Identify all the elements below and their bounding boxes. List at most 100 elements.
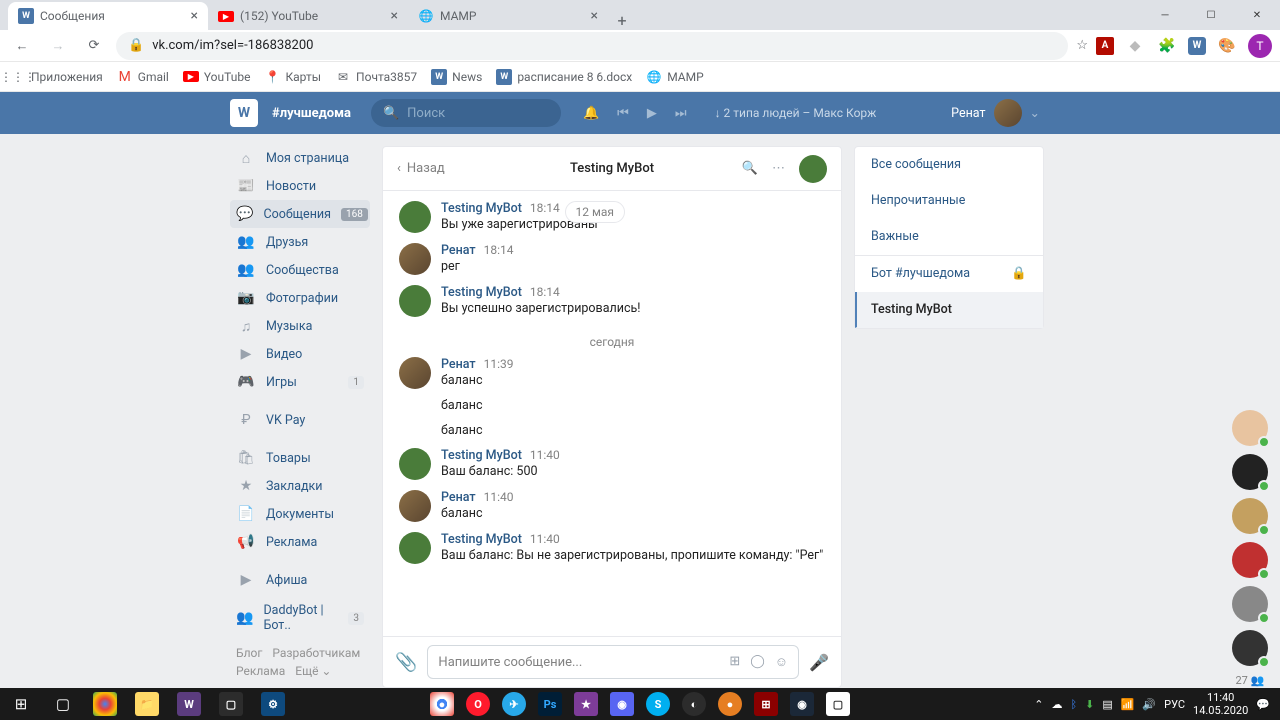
taskbar-app[interactable]: ● — [713, 692, 747, 716]
footer-ads[interactable]: Реклама — [236, 664, 285, 678]
search-input[interactable]: 🔍 Поиск — [371, 99, 561, 127]
bookmark-schedule[interactable]: Wрасписание 8 6.docx — [496, 69, 632, 85]
adobe-icon[interactable]: A — [1096, 37, 1114, 55]
close-icon[interactable]: × — [591, 8, 598, 24]
browser-tab-youtube[interactable]: ▶ (152) YouTube × — [208, 2, 408, 30]
nav-docs[interactable]: 📄Документы — [230, 500, 370, 528]
tray-notifications[interactable]: 💬 — [1256, 698, 1270, 711]
message-avatar[interactable] — [399, 532, 431, 564]
profile-avatar[interactable]: Т — [1248, 34, 1272, 58]
nav-mypage[interactable]: ⌂Моя страница — [230, 144, 370, 172]
message-avatar[interactable] — [399, 490, 431, 522]
nav-goods[interactable]: 🛍Товары — [230, 444, 370, 472]
friend-avatar[interactable] — [1232, 542, 1268, 578]
taskbar-discord[interactable]: ◉ — [605, 692, 639, 716]
nav-communities[interactable]: 👥Сообщества — [230, 256, 370, 284]
taskbar-telegram[interactable]: ✈ — [497, 692, 531, 716]
notifications-icon[interactable]: 🔔 — [583, 106, 599, 121]
tray-wifi-icon[interactable]: 📶 — [1121, 698, 1135, 711]
bookmark-maps[interactable]: 📍Карты — [264, 69, 321, 85]
conversation-testing[interactable]: Testing MyBot — [855, 292, 1043, 328]
nav-video[interactable]: ▶Видео — [230, 340, 370, 368]
bookmark-mail[interactable]: ✉Почта3857 — [335, 69, 417, 85]
friend-avatar[interactable] — [1232, 498, 1268, 534]
friend-avatar[interactable] — [1232, 454, 1268, 490]
extension-icon[interactable]: 🎨 — [1216, 35, 1238, 57]
browser-tab-vk[interactable]: W Сообщения × — [8, 2, 208, 30]
friend-avatar[interactable] — [1232, 410, 1268, 446]
url-input[interactable]: 🔒 vk.com/im?sel=-186838200 — [116, 32, 1068, 60]
tray-icon[interactable]: ▤ — [1102, 698, 1112, 711]
friend-avatar[interactable] — [1232, 586, 1268, 622]
taskbar-photoshop[interactable]: Ps — [533, 692, 567, 716]
filter-important[interactable]: Важные — [855, 219, 1043, 255]
message-avatar[interactable] — [399, 243, 431, 275]
taskbar-app[interactable]: ⚙ — [252, 688, 294, 720]
vk-logo[interactable]: W — [230, 99, 258, 127]
nav-friends[interactable]: 👥Друзья — [230, 228, 370, 256]
message-author[interactable]: Ренат — [441, 357, 476, 372]
taskbar-app[interactable]: ▢ — [210, 688, 252, 720]
taskbar-chrome[interactable]: ● — [425, 692, 459, 716]
back-button[interactable]: ‹ Назад — [397, 161, 445, 176]
reload-button[interactable]: ⟳ — [80, 32, 108, 60]
start-button[interactable]: ⊞ — [0, 688, 42, 720]
bookmark-gmail[interactable]: MGmail — [117, 69, 169, 85]
keyboard-icon[interactable]: ⊞ — [729, 654, 740, 670]
nav-news[interactable]: 📰Новости — [230, 172, 370, 200]
taskbar-obs[interactable]: ◐ — [677, 692, 711, 716]
message-avatar[interactable] — [399, 285, 431, 317]
extension-icon[interactable]: 🧩 — [1156, 35, 1178, 57]
nav-daddybot[interactable]: 👥DaddyBot | Бот..3 — [230, 604, 370, 632]
bot-home[interactable]: Бот #лучшедома 🔒 — [855, 255, 1043, 292]
taskbar-opera[interactable]: O — [461, 692, 495, 716]
more-icon[interactable]: ⋯ — [772, 161, 785, 176]
close-icon[interactable]: × — [191, 8, 198, 24]
nav-ads[interactable]: 📢Реклама — [230, 528, 370, 556]
window-close[interactable]: ✕ — [1234, 0, 1280, 30]
taskbar-app[interactable]: ★ — [569, 692, 603, 716]
nav-music[interactable]: ♫Музыка — [230, 312, 370, 340]
bookmark-news[interactable]: WNews — [431, 69, 482, 85]
nav-games[interactable]: 🎮Игры1 — [230, 368, 370, 396]
hashtag[interactable]: #лучшедома — [272, 106, 351, 121]
taskbar-app[interactable]: W — [168, 688, 210, 720]
message-author[interactable]: Ренат — [441, 243, 476, 258]
message-author[interactable]: Testing MyBot — [441, 285, 522, 300]
taskbar-app[interactable]: ⊞ — [749, 692, 783, 716]
message-avatar[interactable] — [399, 201, 431, 233]
footer-more[interactable]: Ещё ⌄ — [295, 664, 331, 678]
message-author[interactable]: Ренат — [441, 490, 476, 505]
nav-posters[interactable]: ▶Афиша — [230, 566, 370, 594]
friends-count[interactable]: 27 👥 — [1232, 674, 1268, 687]
taskbar-chrome[interactable] — [84, 688, 126, 720]
friend-avatar[interactable] — [1232, 630, 1268, 666]
back-button[interactable]: ← — [8, 32, 36, 60]
photo-icon[interactable]: ◯ — [750, 654, 765, 670]
tray-icon[interactable]: ☁ — [1051, 698, 1062, 711]
tray-icon[interactable]: ⬇ — [1085, 698, 1094, 711]
nav-photos[interactable]: 📷Фотографии — [230, 284, 370, 312]
tray-volume-icon[interactable]: 🔊 — [1142, 698, 1156, 711]
taskbar-explorer[interactable]: 📁 — [126, 688, 168, 720]
filter-unread[interactable]: Непрочитанные — [855, 183, 1043, 219]
next-track-icon[interactable]: ⏭ — [675, 106, 687, 121]
chat-title[interactable]: Testing MyBot — [570, 161, 654, 176]
window-maximize[interactable]: ☐ — [1188, 0, 1234, 30]
prev-track-icon[interactable]: ⏮ — [617, 106, 629, 121]
bookmark-youtube[interactable]: ▶YouTube — [183, 70, 251, 84]
emoji-icon[interactable]: ☺ — [775, 654, 788, 670]
message-avatar[interactable] — [399, 448, 431, 480]
tray-chevron[interactable]: ⌃ — [1034, 698, 1043, 711]
nav-vkpay[interactable]: ₽VK Pay — [230, 406, 370, 434]
mic-icon[interactable]: 🎤 — [809, 653, 829, 672]
message-input[interactable]: Напишите сообщение... ⊞ ◯ ☺ — [427, 645, 799, 679]
message-author[interactable]: Testing MyBot — [441, 532, 522, 547]
peer-avatar[interactable] — [799, 155, 827, 183]
message-avatar[interactable] — [399, 357, 431, 389]
bookmark-mamp[interactable]: 🌐MAMP — [646, 69, 703, 85]
tray-lang[interactable]: РУС — [1164, 698, 1185, 711]
taskbar-skype[interactable]: S — [641, 692, 675, 716]
taskbar-steam[interactable]: ◉ — [785, 692, 819, 716]
close-icon[interactable]: × — [391, 8, 398, 24]
